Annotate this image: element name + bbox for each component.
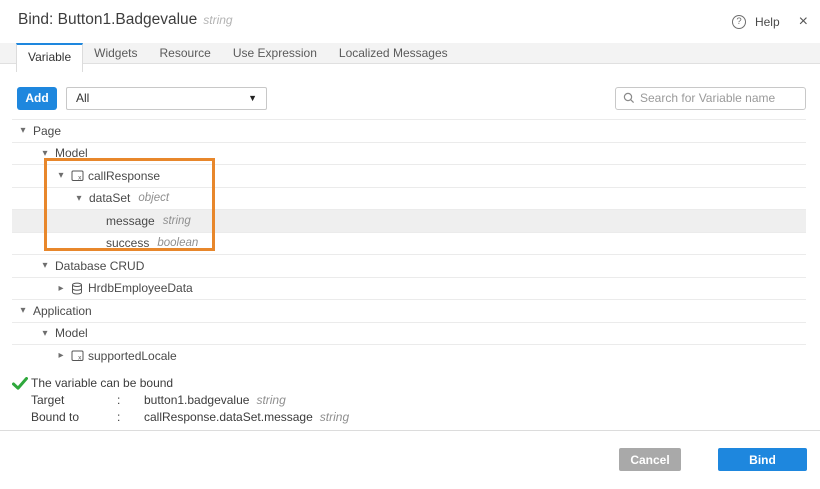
caret-down-icon[interactable]: ▾ — [39, 260, 51, 271]
tree-row-message[interactable]: message string — [12, 209, 806, 232]
tab-localized-messages[interactable]: Localized Messages — [328, 43, 459, 64]
tree-row-app-model[interactable]: ▾ Model — [12, 322, 806, 345]
status-boundto-row: Bound to : callResponse.dataSet.message … — [31, 410, 820, 424]
status-target-value: button1.badgevalue — [144, 393, 249, 407]
tab-widgets[interactable]: Widgets — [83, 43, 148, 64]
search-icon — [623, 92, 635, 104]
dialog-title: Bind: Button1.Badgevalue string — [18, 11, 233, 29]
tree-row-page[interactable]: ▾ Page — [12, 119, 806, 142]
select-caret-icon: ▼ — [248, 93, 257, 103]
tree-row-success[interactable]: success boolean — [12, 232, 806, 255]
success-check-icon — [12, 377, 30, 390]
variable-icon: x — [71, 349, 84, 362]
status-boundto-label: Bound to — [31, 410, 117, 424]
help-link[interactable]: Help — [755, 15, 780, 29]
status-target-row: Target : button1.badgevalue string — [31, 393, 820, 407]
search-input[interactable] — [640, 91, 798, 105]
bind-status-panel: The variable can be bound Target : butto… — [0, 367, 820, 431]
tree-row-application[interactable]: ▾ Application — [12, 299, 806, 322]
caret-right-icon[interactable]: ▸ — [55, 350, 67, 361]
close-icon[interactable]: × — [799, 14, 808, 30]
tree-row-label: Database CRUD — [55, 259, 144, 273]
tree-row-database-crud[interactable]: ▾ Database CRUD — [12, 254, 806, 277]
status-message: The variable can be bound — [31, 376, 173, 390]
tree-row-hrdbemployeedata[interactable]: ▸ HrdbEmployeeData — [12, 277, 806, 300]
variable-toolbar: Add All ▼ — [0, 65, 820, 119]
caret-down-icon[interactable]: ▾ — [17, 125, 29, 136]
caret-down-icon[interactable]: ▾ — [73, 193, 85, 204]
tree-row-type: string — [163, 215, 191, 227]
status-colon: : — [117, 393, 144, 407]
tab-bar: Variable Widgets Resource Use Expression… — [0, 43, 820, 64]
caret-down-icon[interactable]: ▾ — [39, 148, 51, 159]
caret-right-icon[interactable]: ▸ — [55, 283, 67, 294]
dialog-footer: Cancel Bind — [0, 431, 820, 489]
tab-use-expression[interactable]: Use Expression — [222, 43, 328, 64]
variable-search-box[interactable] — [615, 87, 806, 110]
tree-row-model[interactable]: ▾ Model — [12, 142, 806, 165]
tree-row-label: callResponse — [88, 169, 160, 183]
variable-filter-value: All — [76, 91, 89, 105]
bind-button[interactable]: Bind — [718, 448, 807, 471]
variable-filter-select[interactable]: All ▼ — [66, 87, 267, 110]
tree-row-type: boolean — [157, 237, 198, 249]
dialog-title-text: Bind: Button1.Badgevalue — [18, 11, 197, 28]
tree-row-dataset[interactable]: ▾ dataSet object — [12, 187, 806, 210]
tree-row-label: HrdbEmployeeData — [88, 281, 193, 295]
tree-row-label: Model — [55, 146, 88, 160]
database-icon — [71, 282, 84, 295]
caret-down-icon[interactable]: ▾ — [55, 170, 67, 181]
tree-row-label: supportedLocale — [88, 349, 177, 363]
tree-row-label: dataSet — [89, 191, 130, 205]
dialog-title-type: string — [203, 13, 232, 27]
tree-row-type: object — [138, 192, 169, 204]
add-button[interactable]: Add — [17, 87, 57, 110]
status-colon: : — [117, 410, 144, 424]
status-target-label: Target — [31, 393, 117, 407]
status-boundto-value: callResponse.dataSet.message — [144, 410, 313, 424]
tree-row-label: message — [106, 214, 155, 228]
variable-tree: ▾ Page ▾ Model ▾ x callResponse ▾ dataSe… — [12, 119, 806, 368]
status-target-type: string — [256, 393, 285, 407]
tree-row-label: Model — [55, 326, 88, 340]
tree-row-label: success — [106, 236, 149, 250]
caret-down-icon[interactable]: ▾ — [17, 305, 29, 316]
dialog-header: Bind: Button1.Badgevalue string ? Help × — [0, 0, 820, 43]
cancel-button[interactable]: Cancel — [619, 448, 681, 471]
tree-row-supportedlocale[interactable]: ▸ x supportedLocale — [12, 344, 806, 367]
tree-row-label: Page — [33, 124, 61, 138]
tree-row-label: Application — [33, 304, 92, 318]
tree-row-callresponse[interactable]: ▾ x callResponse — [12, 164, 806, 187]
caret-down-icon[interactable]: ▾ — [39, 328, 51, 339]
help-icon[interactable]: ? — [732, 15, 746, 29]
tab-variable[interactable]: Variable — [16, 43, 83, 72]
status-boundto-type: string — [320, 410, 349, 424]
tab-resource[interactable]: Resource — [149, 43, 222, 64]
variable-icon: x — [71, 169, 84, 182]
